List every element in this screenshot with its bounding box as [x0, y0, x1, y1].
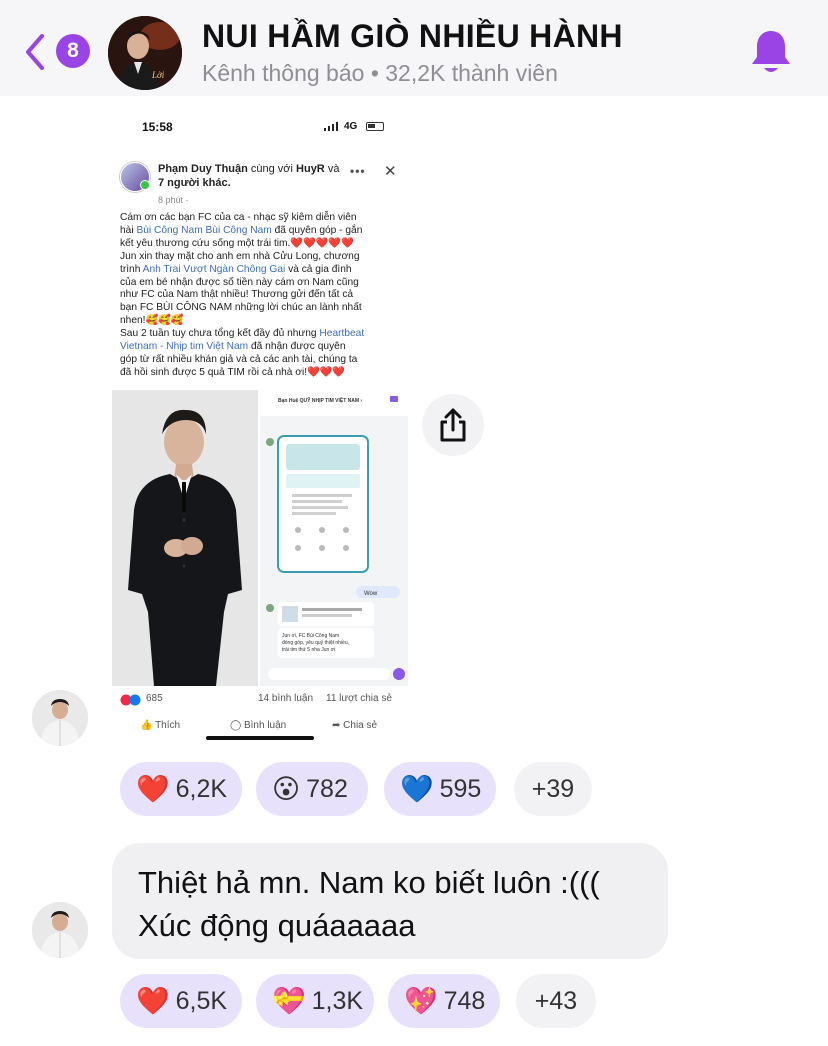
battery-icon [366, 122, 384, 131]
post-comment-count: 14 bình luận [258, 693, 314, 704]
post-body-line: trình Anh Trai Vượt Ngàn Chông Gai và cả… [120, 263, 352, 275]
post-body-link: Anh Trai Vượt Ngàn Chông Gai [142, 263, 286, 275]
phone-status-bar: 15:58 4G [112, 108, 408, 150]
channel-header: 8 Lời NUI HẦM GIÒ NHIỀU HÀNH Kênh thông … [0, 0, 828, 96]
unread-count-badge: 8 [56, 34, 90, 68]
signal-icon [324, 122, 338, 131]
red-heart-icon: ❤️ [136, 773, 170, 804]
message-text-line: Xúc động quáaaaaa [138, 908, 416, 943]
status-time: 15:58 [142, 120, 173, 134]
post-body-line: nhen!🥰🥰🥰 [120, 315, 184, 327]
message-bubble[interactable]: Thiệt hả mn. Nam ko biết luôn :((( Xúc đ… [112, 843, 668, 959]
reaction-count: 782 [306, 774, 348, 803]
like-action: 👍 Thích [140, 720, 181, 731]
reaction-gift-heart-button[interactable]: 💝 1,3K [256, 974, 374, 1028]
more-reactions-count: +43 [534, 986, 578, 1015]
svg-text:trái tim thứ 5 nha Jun ơi: trái tim thứ 5 nha Jun ơi [282, 647, 335, 653]
channel-subtitle: Kênh thông báo • 32,2K thành viên [202, 60, 558, 86]
svg-text:Bạn Huệ QUỸ NHỊP TIM VIỆT NAM: Bạn Huệ QUỸ NHỊP TIM VIỆT NAM › [278, 396, 362, 404]
chevron-left-icon [26, 34, 44, 70]
post-body-line: như FC của Nam thật nhiều! Thương gửi đế… [120, 289, 354, 301]
person-photo [112, 390, 258, 686]
post-body-line: hài Bùi Công Nam Bùi Công Nam đã quyên g… [120, 224, 363, 236]
svg-text:Jun ơi, FC Bùi Công Nam: Jun ơi, FC Bùi Công Nam [282, 633, 339, 639]
sparkling-heart-icon: 💖 [404, 985, 438, 1016]
more-reactions-count: +39 [531, 774, 575, 803]
reaction-count: 6,5K [175, 986, 228, 1015]
bell-icon[interactable] [748, 28, 794, 78]
sender-avatar[interactable] [32, 690, 88, 746]
sender-avatar[interactable] [32, 902, 88, 958]
post-avatar [120, 162, 150, 192]
close-icon: ✕ [384, 163, 397, 180]
post-body-line: Cám ơn các bạn FC của ca - nhạc sỹ kiêm … [120, 212, 357, 223]
red-heart-icon: ❤️ [136, 985, 170, 1016]
post-body-link: Vietnam - Nhịp tim Việt Nam [120, 341, 249, 353]
more-reactions-button[interactable]: +39 [514, 762, 592, 816]
reaction-heart-button[interactable]: ❤️ 6,5K [120, 974, 242, 1028]
post-body-line: kết yêu thương cứu sống một trái tim.❤️❤… [120, 237, 354, 249]
surprised-face-icon: 😮 [272, 773, 301, 804]
message-text-line: Thiệt hả mn. Nam ko biết luôn :((( [138, 865, 600, 900]
post-body-line: Vietnam - Nhịp tim Việt Nam đã nhận được… [120, 341, 346, 353]
reaction-wow-button[interactable]: 😮 782 [256, 762, 368, 816]
channel-avatar[interactable]: Lời [108, 16, 182, 90]
channel-title: NUI HẦM GIÒ NHIỀU HÀNH [202, 18, 623, 54]
post-header: Phạm Duy Thuận cùng với HuyR và 7 người … [112, 152, 408, 212]
post-body-line: đã hồi sinh được 5 quả TIM rồi cả nhà ơi… [120, 366, 346, 378]
post-body-link: Bùi Công Nam Bùi Công Nam [136, 224, 272, 236]
home-indicator [206, 736, 314, 740]
post-reaction-count: 685 [146, 693, 163, 704]
post-stats: 685 14 bình luận 11 lượt chia sẻ [120, 692, 408, 710]
heart-with-ribbon-icon: 💝 [272, 985, 306, 1016]
reaction-count: 1,3K [311, 986, 364, 1015]
post-body-line: Sau 2 tuần tuy chưa tổng kết đầy đủ nhưn… [120, 328, 365, 340]
post-body-line: bạn FC BÙI CÔNG NAM những lời chúc an là… [120, 302, 362, 314]
post-author: Phạm Duy Thuận cùng với HuyR và 7 người … [158, 163, 340, 189]
post-body: Cám ơn các bạn FC của ca - nhạc sỹ kiêm … [120, 212, 404, 380]
blue-heart-icon: 💙 [400, 773, 434, 804]
reaction-summary-icon [120, 694, 142, 709]
reaction-sparkling-heart-button[interactable]: 💖 748 [388, 974, 500, 1028]
shared-screenshot-image[interactable]: 15:58 4G Phạm Duy Thuận cùng với HuyR và… [112, 108, 408, 744]
share-icon [440, 408, 466, 442]
svg-text:Lời: Lời [151, 70, 165, 80]
comment-action: ◯ Bình luận [230, 720, 287, 731]
reaction-blue-heart-button[interactable]: 💙 595 [384, 762, 496, 816]
post-share-count: 11 lượt chia sẻ [326, 693, 392, 704]
reaction-heart-button[interactable]: ❤️ 6,2K [120, 762, 242, 816]
post-body-line: góp từ rất nhiều khán giả và cả các anh … [120, 353, 358, 365]
status-network: 4G [344, 121, 358, 132]
back-button[interactable]: 8 [22, 30, 94, 74]
share-action: ➦ Chia sẻ [332, 720, 378, 731]
share-button[interactable] [422, 394, 484, 456]
post-time: 8 phút · [158, 195, 189, 205]
post-body-link: Heartbeat [319, 328, 365, 340]
chat-screenshot: Bạn Huệ QUỸ NHỊP TIM VIỆT NAM › Wow Jun … [260, 390, 408, 686]
reaction-count: 6,2K [175, 774, 228, 803]
chat-reply-tag: Wow [364, 591, 378, 597]
reaction-count: 748 [443, 986, 486, 1015]
more-reactions-button[interactable]: +43 [516, 974, 596, 1028]
post-body-line: của em bé nhận được số tiền này cám ơn N… [120, 276, 359, 288]
post-body-line: Jun xin thay mặt cho anh em nhà Cửu Long… [120, 250, 360, 262]
more-icon: ••• [350, 164, 366, 178]
reaction-count: 595 [439, 774, 482, 803]
svg-text:đóng góp, yêu quý thiệt nhiều,: đóng góp, yêu quý thiệt nhiều, [282, 640, 349, 646]
post-media: Bạn Huệ QUỸ NHỊP TIM VIỆT NAM › Wow Jun … [112, 390, 408, 686]
